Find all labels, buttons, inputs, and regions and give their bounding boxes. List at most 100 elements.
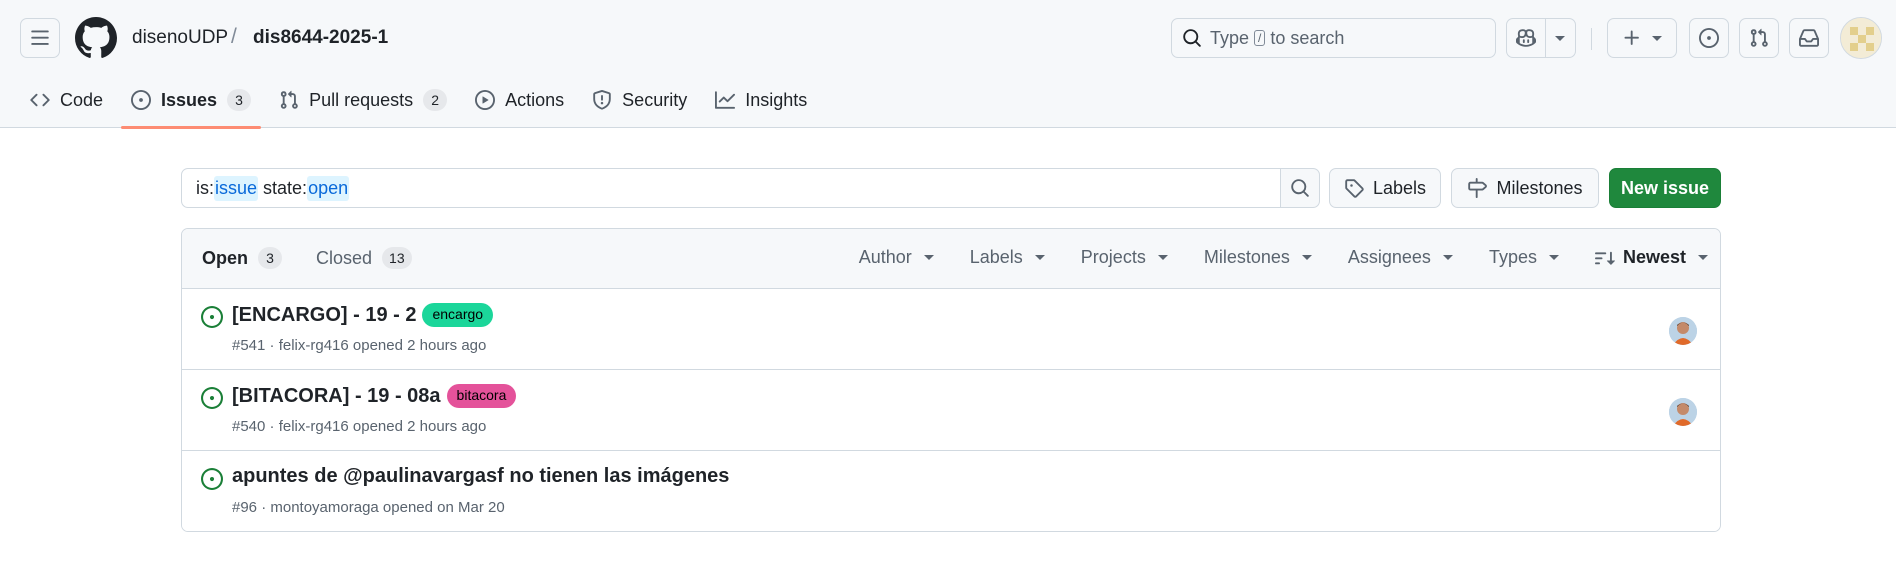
issues-filter-input[interactable]: is: issue state: open	[181, 168, 1281, 208]
milestones-button-label: Milestones	[1496, 177, 1583, 198]
issue-title[interactable]: [BITACORA] - 19 - 08a bitacora	[232, 384, 517, 408]
repo-navigation: Code Issues 3 Pull requests 2 Actions Se…	[20, 80, 825, 129]
types-filter-label: Types	[1488, 247, 1537, 267]
closed-issues-counter: 13	[382, 247, 412, 269]
inbox-button[interactable]	[1789, 18, 1829, 58]
open-issues-label: Open	[202, 247, 249, 268]
closed-issues-label: Closed	[316, 247, 373, 268]
chevron-down-icon	[1442, 255, 1453, 260]
milestones-button[interactable]: Milestones	[1451, 168, 1599, 208]
your-issues-button[interactable]	[1689, 18, 1729, 58]
tab-pull-requests[interactable]: Pull requests 2	[269, 80, 457, 120]
breadcrumb-separator: /	[231, 25, 237, 48]
milestone-icon	[1467, 178, 1496, 198]
tab-pull-requests-label: Pull requests	[309, 89, 414, 110]
sort-desc-icon	[1594, 248, 1623, 268]
issue-opened-icon	[1699, 28, 1719, 48]
breadcrumb-repo[interactable]: dis8644-2025-1	[253, 27, 388, 49]
issue-title[interactable]: apuntes de @paulinavargasf no tienen las…	[232, 465, 729, 488]
tab-insights-label: Insights	[745, 89, 808, 110]
assignee-avatar[interactable]	[1669, 317, 1697, 345]
sort-label: Newest	[1622, 247, 1686, 267]
filter-qualifier-key: state:	[258, 177, 308, 198]
filter-search-button[interactable]	[1280, 168, 1320, 208]
tab-code[interactable]: Code	[20, 80, 113, 120]
search-icon	[1182, 28, 1210, 48]
assignee-avatar[interactable]	[1669, 398, 1697, 426]
tab-actions-label: Actions	[505, 89, 565, 110]
sort-dropdown[interactable]: Newest	[1594, 247, 1708, 268]
issue-row[interactable]: [ENCARGO] - 19 - 2 encargo #541 · felix-…	[182, 289, 1720, 370]
filter-qualifier-value: open	[307, 175, 350, 201]
github-mark-icon[interactable]	[75, 17, 117, 59]
plus-icon	[1622, 28, 1642, 48]
assignees-filter[interactable]: Assignees	[1348, 247, 1453, 268]
open-issues-tab[interactable]: Open 3	[202, 247, 283, 269]
issue-row[interactable]: apuntes de @paulinavargasf no tienen las…	[182, 451, 1720, 531]
author-filter-label: Author	[858, 247, 912, 267]
types-filter[interactable]: Types	[1489, 247, 1559, 268]
issue-opened-icon	[201, 468, 223, 490]
labels-filter[interactable]: Labels	[970, 247, 1045, 268]
open-menu-button[interactable]	[20, 18, 60, 58]
issue-label[interactable]: bitacora	[446, 384, 517, 408]
assignees-filter-label: Assignees	[1347, 247, 1431, 267]
breadcrumb-owner[interactable]: disenoUDP	[132, 27, 228, 49]
open-issues-counter: 3	[258, 247, 283, 269]
issues-list-header: Open 3 Closed 13 Author Labels Projects …	[182, 229, 1720, 289]
chevron-down-icon	[1157, 255, 1168, 260]
tab-actions[interactable]: Actions	[465, 80, 574, 120]
tab-insights[interactable]: Insights	[705, 80, 817, 120]
hamburger-icon	[30, 28, 50, 48]
copilot-menu-chevron-icon[interactable]	[1546, 19, 1575, 57]
projects-filter[interactable]: Projects	[1081, 247, 1168, 268]
tab-security-label: Security	[622, 89, 688, 110]
search-placeholder-suffix: to search	[1270, 27, 1345, 48]
tab-security[interactable]: Security	[582, 80, 697, 120]
labels-button[interactable]: Labels	[1329, 168, 1441, 208]
projects-filter-label: Projects	[1080, 247, 1146, 267]
issue-row[interactable]: [BITACORA] - 19 - 08a bitacora #540 · fe…	[182, 370, 1720, 451]
issue-opened-icon	[201, 387, 223, 409]
author-filter[interactable]: Author	[859, 247, 934, 268]
closed-issues-tab[interactable]: Closed 13	[316, 247, 412, 269]
shield-icon	[592, 90, 622, 110]
global-search-input[interactable]: Type / to search	[1171, 18, 1496, 58]
code-icon	[30, 90, 60, 110]
milestones-filter[interactable]: Milestones	[1204, 247, 1312, 268]
tag-icon	[1344, 178, 1373, 198]
issue-opened-icon	[201, 306, 223, 328]
issue-opened-icon	[131, 90, 161, 110]
copilot-button[interactable]	[1506, 18, 1576, 58]
issue-meta: #96 · montoyamoraga opened on Mar 20	[232, 499, 505, 516]
play-icon	[475, 90, 505, 110]
new-issue-button[interactable]: New issue	[1609, 168, 1721, 208]
issue-meta: #540 · felix-rg416 opened 2 hours ago	[232, 418, 487, 435]
issue-title-text: [BITACORA] - 19 - 08a	[232, 384, 441, 407]
issue-title-text: apuntes de @paulinavargasf no tienen las…	[232, 465, 730, 487]
tab-code-label: Code	[60, 89, 104, 110]
issue-label[interactable]: encargo	[422, 303, 494, 327]
tab-issues-counter: 3	[227, 89, 252, 111]
user-avatar[interactable]	[1840, 17, 1882, 59]
copilot-icon[interactable]	[1507, 19, 1546, 57]
milestones-filter-label: Milestones	[1203, 247, 1290, 267]
filter-qualifier-key: is:	[196, 177, 214, 198]
issue-title[interactable]: [ENCARGO] - 19 - 2 encargo	[232, 303, 494, 327]
git-pull-request-icon	[279, 90, 309, 110]
inbox-icon	[1799, 28, 1819, 48]
search-icon	[1290, 178, 1310, 198]
chevron-down-icon	[923, 255, 934, 260]
issue-meta: #541 · felix-rg416 opened 2 hours ago	[232, 337, 487, 354]
tab-issues[interactable]: Issues 3	[121, 80, 262, 129]
git-pull-request-icon	[1749, 28, 1769, 48]
issues-list: Open 3 Closed 13 Author Labels Projects …	[181, 228, 1721, 532]
chevron-down-icon	[1652, 35, 1662, 41]
your-pull-requests-button[interactable]	[1739, 18, 1779, 58]
create-new-button[interactable]	[1607, 18, 1677, 58]
filter-qualifier-value: issue	[214, 175, 259, 201]
search-shortcut-key: /	[1254, 30, 1266, 46]
header-divider	[1591, 28, 1592, 50]
labels-filter-label: Labels	[969, 247, 1023, 267]
chevron-down-icon	[1034, 255, 1045, 260]
